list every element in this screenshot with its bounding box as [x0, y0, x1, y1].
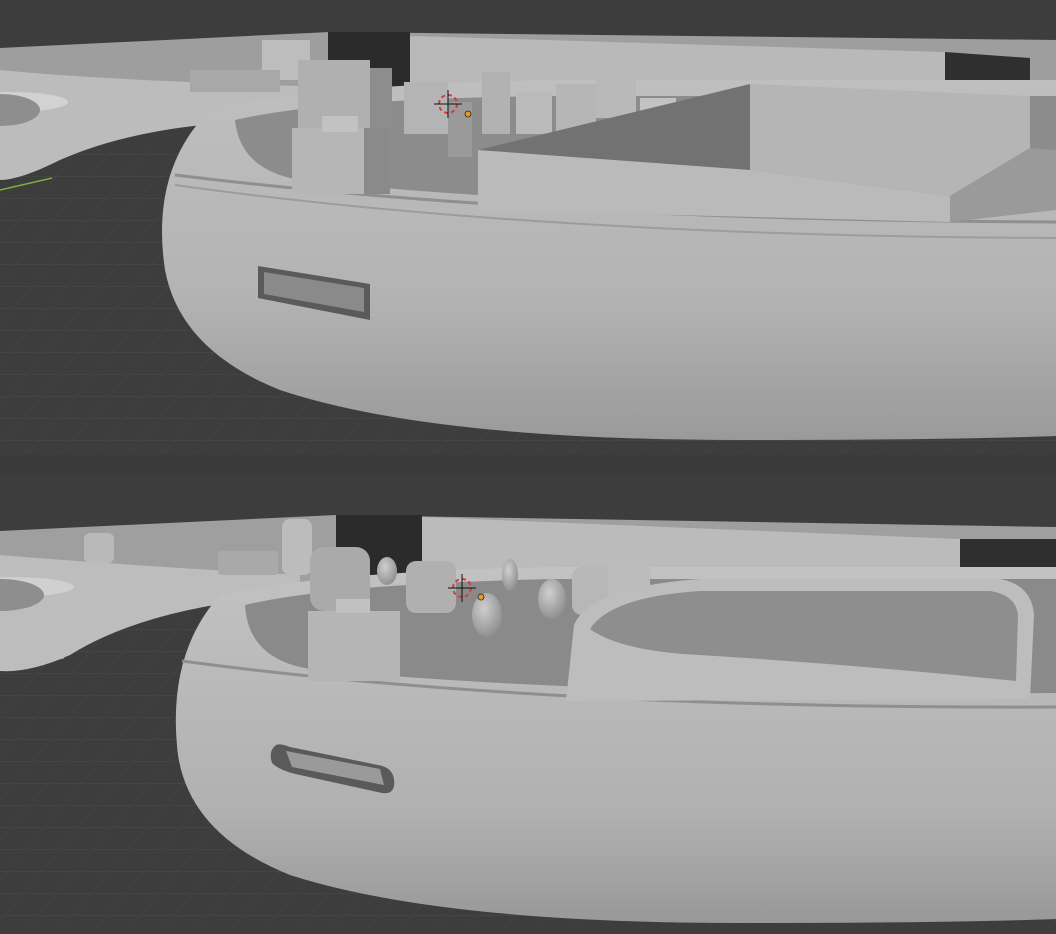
viewport-divider — [0, 455, 1056, 475]
viewport-bottom-canvas[interactable] — [0, 475, 1056, 934]
origin-point-icon[interactable] — [477, 593, 485, 601]
origin-point-icon[interactable] — [464, 110, 472, 118]
viewport-top-canvas[interactable] — [0, 0, 1056, 455]
viewport-bottom[interactable] — [0, 475, 1056, 934]
viewport-top[interactable] — [0, 0, 1056, 455]
